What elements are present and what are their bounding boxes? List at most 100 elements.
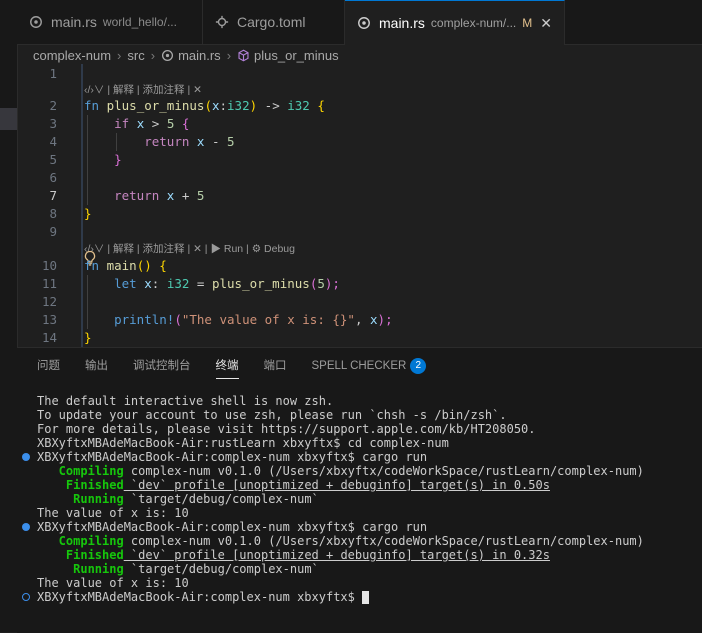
punctuation: : bbox=[219, 98, 228, 113]
tab-spell-checker[interactable]: SPELL CHECKER 2 bbox=[312, 356, 427, 378]
tab-label: main.rs bbox=[379, 15, 425, 31]
gutter-change-bar bbox=[81, 64, 83, 347]
terminal-text: `target/debug/complex-num` bbox=[123, 562, 319, 576]
line-number: 13 bbox=[41, 312, 57, 327]
terminal-prompt: XBXyftxMBAdeMacBook-Air:complex-num xbxy… bbox=[37, 590, 363, 604]
terminal-prompt-line[interactable]: XBXyftxMBAdeMacBook-Air:complex-num xbxy… bbox=[22, 590, 644, 604]
tab-problems[interactable]: 问题 bbox=[37, 356, 60, 378]
activity-bar bbox=[0, 0, 18, 632]
status-running: Running bbox=[37, 562, 124, 576]
line-number: 6 bbox=[49, 170, 57, 185]
function-call: plus_or_minus bbox=[211, 276, 310, 291]
terminal-line: Compiling complex-num v0.1.0 (/Users/xbx… bbox=[37, 534, 644, 548]
tab-main-rs-complex-num[interactable]: main.rs complex-num/... M ✕ bbox=[345, 0, 565, 45]
keyword: fn bbox=[84, 98, 100, 113]
code-line: let x: i32 = plus_or_minus(5); bbox=[84, 275, 340, 293]
panel-tabs: 问题 输出 调试控制台 终端 端口 SPELL CHECKER 2 bbox=[37, 356, 451, 379]
close-icon[interactable]: ✕ bbox=[540, 15, 552, 32]
keyword: fn bbox=[84, 258, 100, 273]
bracket: { bbox=[151, 258, 167, 273]
tab-label: main.rs bbox=[51, 14, 97, 30]
code-line: } bbox=[84, 205, 92, 223]
tab-cargo-toml[interactable]: Cargo.toml bbox=[203, 0, 345, 44]
line-number: 11 bbox=[41, 276, 57, 291]
variable: x bbox=[144, 276, 152, 291]
status-finished: Finished bbox=[37, 478, 124, 492]
line-number: 4 bbox=[49, 134, 57, 149]
breadcrumb-folder[interactable]: complex-num bbox=[33, 48, 111, 63]
tab-output[interactable]: 输出 bbox=[85, 356, 108, 378]
function-name: main bbox=[106, 258, 137, 273]
tab-ports[interactable]: 端口 bbox=[264, 356, 287, 378]
terminal-line: XBXyftxMBAdeMacBook-Air:complex-num xbxy… bbox=[22, 520, 644, 534]
terminal-line: For more details, please visit https://s… bbox=[37, 422, 536, 436]
terminal-text: complex-num v0.1.0 (/Users/xbxyftx/codeW… bbox=[123, 464, 644, 478]
bracket: } bbox=[114, 152, 122, 167]
keyword: return bbox=[114, 188, 160, 203]
tab-label: SPELL CHECKER bbox=[311, 360, 407, 372]
breadcrumb: complex-num › src › main.rs › plus_or_mi… bbox=[33, 44, 339, 66]
terminal-line: Running `target/debug/complex-num` bbox=[37, 492, 644, 506]
terminal-text: `dev` profile [unoptimized + debuginfo] … bbox=[123, 478, 550, 492]
tab-debug-console[interactable]: 调试控制台 bbox=[133, 356, 191, 378]
terminal-line: Finished `dev` profile [unoptimized + de… bbox=[37, 478, 644, 492]
code-line: fn main() { bbox=[84, 257, 167, 275]
bracket: } bbox=[84, 206, 92, 221]
bracket: ( bbox=[204, 98, 212, 113]
code-line: if x > 5 { bbox=[84, 115, 189, 133]
terminal-line: The value of x is: 10 bbox=[37, 576, 189, 590]
line-number: 3 bbox=[49, 116, 57, 131]
chevron-right-icon: › bbox=[117, 47, 122, 63]
bracket: ); bbox=[377, 312, 393, 327]
operator: > bbox=[144, 116, 167, 131]
keyword: let bbox=[114, 276, 137, 291]
status-compiling: Compiling bbox=[37, 464, 124, 478]
line-number: 14 bbox=[41, 330, 57, 345]
terminal-line: Running `target/debug/complex-num` bbox=[37, 562, 644, 576]
terminal-line: XBXyftxMBAdeMacBook-Air:rustLearn xbxyft… bbox=[37, 436, 449, 450]
breadcrumb-symbol[interactable]: plus_or_minus bbox=[254, 48, 339, 63]
terminal-text: `target/debug/complex-num` bbox=[123, 492, 319, 506]
terminal-output[interactable]: The default interactive shell is now zsh… bbox=[22, 394, 644, 604]
code-line: } bbox=[84, 329, 92, 347]
terminal-command: XBXyftxMBAdeMacBook-Air:complex-num xbxy… bbox=[37, 450, 428, 464]
bracket: ) bbox=[249, 98, 258, 113]
tab-label: Cargo.toml bbox=[237, 14, 306, 30]
parameter: x bbox=[211, 98, 220, 113]
code-line-current: return x + 5 bbox=[84, 187, 204, 205]
line-number-current: 7 bbox=[49, 188, 57, 203]
terminal-text: `dev` profile [unoptimized + debuginfo] … bbox=[123, 548, 550, 562]
number: 5 bbox=[227, 134, 235, 149]
function-cube-icon bbox=[238, 49, 249, 61]
breadcrumb-folder[interactable]: src bbox=[127, 48, 144, 63]
tab-terminal[interactable]: 终端 bbox=[215, 356, 239, 379]
operator: -> bbox=[257, 98, 288, 113]
punctuation: : bbox=[151, 276, 167, 291]
code-editor[interactable]: 1 2 3 4 5 6 7 8 9 10 11 12 13 14 ‹/›∨ | … bbox=[17, 64, 702, 347]
variable: x bbox=[370, 312, 378, 327]
command-decoration-icon[interactable] bbox=[22, 453, 30, 461]
rust-file-icon bbox=[30, 16, 42, 28]
code-lens[interactable]: ‹/›∨ | 解释 | 添加注释 | ✕ bbox=[84, 82, 202, 98]
tab-main-rs-world-hello[interactable]: main.rs world_hello/... bbox=[17, 0, 203, 44]
code-line: fn plus_or_minus(x:i32) -> i32 { bbox=[84, 97, 325, 115]
terminal-text: complex-num v0.1.0 (/Users/xbxyftx/codeW… bbox=[123, 534, 644, 548]
bracket: ( bbox=[174, 312, 182, 327]
status-finished: Finished bbox=[37, 548, 124, 562]
terminal-line: The default interactive shell is now zsh… bbox=[37, 394, 334, 408]
bracket: } bbox=[84, 330, 92, 345]
operator: - bbox=[204, 134, 228, 149]
type: i32 bbox=[287, 98, 310, 113]
operator: = bbox=[189, 276, 212, 291]
bracket: () bbox=[136, 258, 152, 273]
rust-file-icon bbox=[358, 17, 370, 29]
code-lens[interactable]: ‹/›∨ | 解释 | 添加注释 | ✕ | ▶ Run | ⚙ Debug bbox=[84, 241, 295, 257]
sparkle-icon[interactable] bbox=[22, 593, 30, 601]
terminal-line: Compiling complex-num v0.1.0 (/Users/xbx… bbox=[37, 464, 644, 478]
type: i32 bbox=[166, 276, 190, 291]
breadcrumb-file[interactable]: main.rs bbox=[178, 48, 221, 63]
chevron-right-icon: › bbox=[150, 47, 156, 63]
command-decoration-icon[interactable] bbox=[22, 523, 30, 531]
line-number: 1 bbox=[49, 66, 57, 81]
code-line: } bbox=[84, 151, 122, 169]
